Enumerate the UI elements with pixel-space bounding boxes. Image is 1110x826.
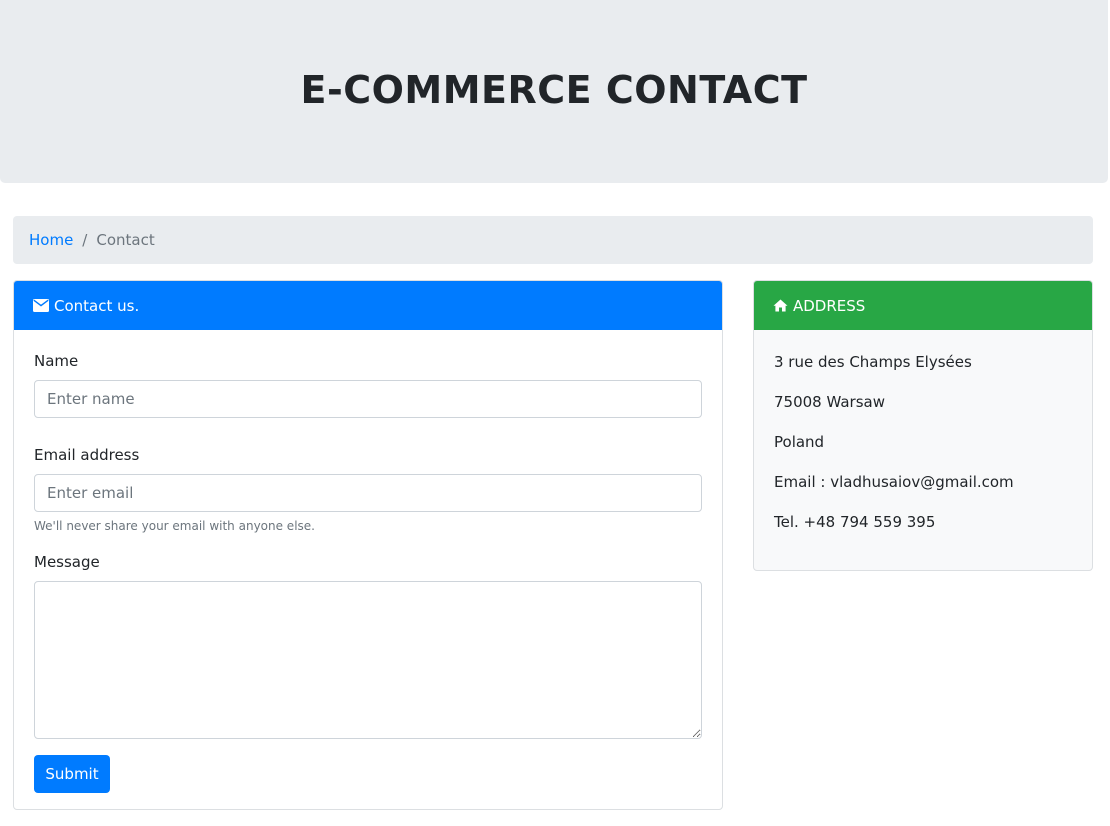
- contact-card-title: Contact us.: [54, 296, 140, 315]
- email-help-text: We'll never share your email with anyone…: [34, 519, 315, 533]
- address-body: 3 rue des Champs Elysées 75008 Warsaw Po…: [754, 330, 1092, 533]
- contact-card-header: Contact us.: [14, 281, 722, 330]
- page-title: E-COMMERCE CONTACT: [300, 67, 808, 112]
- jumbotron-header: E-COMMERCE CONTACT: [0, 0, 1108, 183]
- contact-form: Name Email address We'll never share you…: [14, 352, 722, 793]
- home-icon: [773, 299, 788, 312]
- message-textarea[interactable]: [34, 581, 702, 739]
- breadcrumb: Home / Contact: [13, 216, 1093, 264]
- message-label: Message: [34, 553, 100, 571]
- address-city: 75008 Warsaw: [774, 393, 885, 411]
- address-card: ADDRESS 3 rue des Champs Elysées 75008 W…: [753, 280, 1093, 571]
- address-card-title: ADDRESS: [793, 296, 866, 315]
- submit-button[interactable]: Submit: [34, 755, 110, 793]
- email-input[interactable]: [34, 474, 702, 512]
- address-card-header: ADDRESS: [754, 281, 1092, 330]
- name-label: Name: [34, 352, 79, 370]
- breadcrumb-current: Contact: [96, 231, 155, 249]
- email-label: Email address: [34, 446, 140, 464]
- address-phone: Tel. +48 794 559 395: [774, 513, 936, 531]
- address-email: Email : vladhusaiov@gmail.com: [774, 473, 1014, 491]
- name-input[interactable]: [34, 380, 702, 418]
- breadcrumb-separator: /: [82, 231, 88, 249]
- address-country: Poland: [774, 433, 825, 451]
- breadcrumb-home-link[interactable]: Home: [29, 231, 73, 249]
- address-street: 3 rue des Champs Elysées: [774, 353, 972, 371]
- contact-card: Contact us. Name Email address We'll nev…: [13, 280, 723, 810]
- envelope-icon: [33, 299, 49, 312]
